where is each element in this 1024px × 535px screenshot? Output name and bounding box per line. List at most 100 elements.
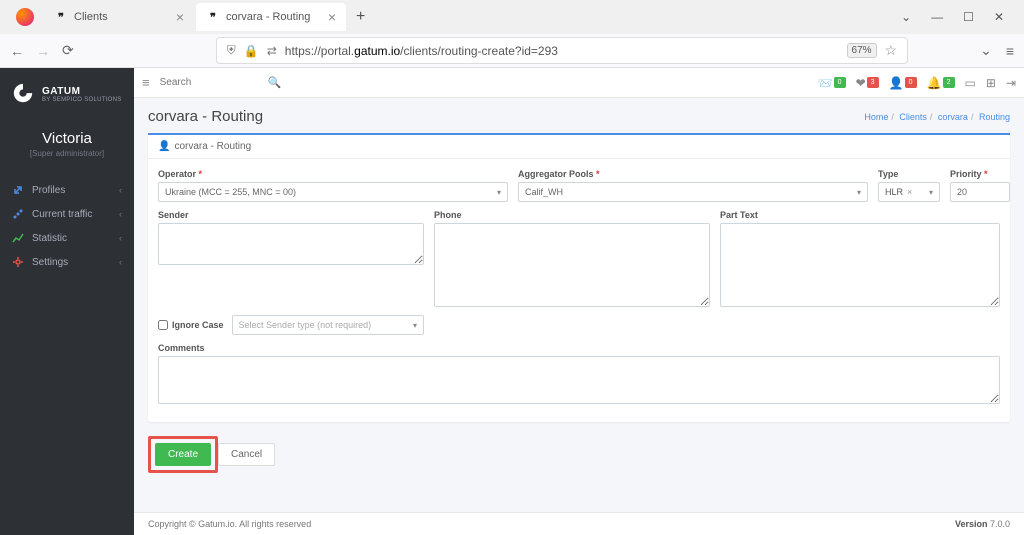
permissions-icon[interactable]: ⇄ <box>267 44 277 58</box>
browser-tab-clients[interactable]: ❞ Clients × <box>44 3 194 31</box>
bookmark-star-icon[interactable]: ☆ <box>885 42 898 59</box>
topbar: ≡ 🔍 📨0 ❤3 👤0 🔔2 ▭ ⊞ ⇥ <box>134 68 1024 98</box>
close-window-icon[interactable]: ✕ <box>994 10 1004 24</box>
ignore-case-input[interactable] <box>158 320 168 330</box>
menu-icon[interactable]: ≡ <box>1006 43 1014 59</box>
sidebar-item-label: Settings <box>32 257 68 268</box>
sidebar-item-label: Profiles <box>32 185 65 196</box>
phone-textarea[interactable] <box>434 223 710 307</box>
crumb-corvara[interactable]: corvara <box>938 112 968 122</box>
form-row-2: Sender Phone Part Text <box>158 210 1000 307</box>
pocket-icon[interactable]: ⌄ <box>980 42 992 59</box>
sidebar-item-traffic[interactable]: Current traffic ‹ <box>0 202 134 226</box>
tab-title: Clients <box>74 11 108 23</box>
sender-type-placeholder: Select Sender type (not required) <box>239 320 372 330</box>
comments-label: Comments <box>158 343 1000 353</box>
url-input[interactable]: ⛨ 🔒 ⇄ https://portal.gatum.io/clients/ro… <box>216 37 908 64</box>
lock-icon[interactable]: 🔒 <box>244 44 259 58</box>
chevron-left-icon: ‹ <box>119 233 122 243</box>
search-input[interactable] <box>158 73 278 92</box>
sidebar-item-label: Current traffic <box>32 209 92 220</box>
browser-tab-routing[interactable]: ❞ corvara - Routing × <box>196 3 346 31</box>
sender-textarea[interactable] <box>158 223 424 265</box>
search-box: 🔍 <box>158 73 278 92</box>
chevron-left-icon: ‹ <box>119 257 122 267</box>
link-icon <box>12 184 24 196</box>
card-header: 👤 corvara - Routing <box>148 135 1010 159</box>
crumb-home[interactable]: Home <box>864 112 888 122</box>
operator-select[interactable]: Ukraine (MCC = 255, MNC = 00) ▾ <box>158 182 508 202</box>
chevron-left-icon: ‹ <box>119 209 122 219</box>
brand: GATUM BY SEMPICO SOLUTIONS <box>0 78 134 118</box>
form-row-1: Operator * Ukraine (MCC = 255, MNC = 00)… <box>158 169 1000 202</box>
sidebar-item-statistic[interactable]: Statistic ‹ <box>0 226 134 250</box>
favicon-icon: ❞ <box>206 10 220 24</box>
sender-type-select[interactable]: Select Sender type (not required) ▾ <box>232 315 424 335</box>
comments-textarea[interactable] <box>158 356 1000 404</box>
sidebar-item-label: Statistic <box>32 233 67 244</box>
logout-icon[interactable]: ⇥ <box>1006 76 1016 90</box>
priority-value: 20 <box>957 187 967 197</box>
chevron-down-icon[interactable]: ⌄ <box>901 10 911 24</box>
grid-icon[interactable]: ⊞ <box>986 76 996 90</box>
page-title: corvara - Routing <box>148 108 263 125</box>
forward-button: → <box>36 43 50 59</box>
parttext-textarea[interactable] <box>720 223 1000 307</box>
card-title: corvara - Routing <box>174 141 251 152</box>
toolbar-right: ⌄ ≡ <box>980 42 1014 59</box>
sidebar-user-name: Victoria <box>0 130 134 147</box>
aggregator-select[interactable]: Calif_WH ▾ <box>518 182 868 202</box>
user-badge[interactable]: 👤0 <box>889 76 917 90</box>
shield-icon[interactable]: ⛨ <box>227 43 236 58</box>
caret-down-icon: ▾ <box>929 188 933 197</box>
crumb-routing[interactable]: Routing <box>979 112 1010 122</box>
sidebar-user: Victoria [Super administrator] <box>0 118 134 172</box>
close-icon[interactable]: × <box>176 9 184 25</box>
close-icon[interactable]: × <box>328 9 336 25</box>
create-button[interactable]: Create <box>155 443 211 466</box>
cancel-button[interactable]: Cancel <box>218 443 275 466</box>
heart-badge[interactable]: ❤3 <box>856 76 879 90</box>
app-root: GATUM BY SEMPICO SOLUTIONS Victoria [Sup… <box>0 68 1024 535</box>
sidebar: GATUM BY SEMPICO SOLUTIONS Victoria [Sup… <box>0 68 134 535</box>
inbox-badge[interactable]: 📨0 <box>818 76 846 90</box>
topbar-right: 📨0 ❤3 👤0 🔔2 ▭ ⊞ ⇥ <box>818 76 1016 90</box>
main-pane: ≡ 🔍 📨0 ❤3 👤0 🔔2 ▭ ⊞ ⇥ corvara - Routing … <box>134 68 1024 535</box>
form-card: 👤 corvara - Routing Operator * Ukraine (… <box>148 133 1010 422</box>
tab-strip: ❞ Clients × ❞ corvara - Routing × + ⌄ — … <box>0 0 1024 34</box>
priority-input[interactable]: 20 <box>950 182 1010 202</box>
clear-type-icon[interactable]: × <box>907 187 912 197</box>
brand-logo-icon <box>12 82 34 106</box>
operator-label: Operator * <box>158 169 508 179</box>
caret-down-icon: ▾ <box>857 188 861 197</box>
reload-button[interactable]: ⟳ <box>62 42 74 59</box>
flag-icon[interactable]: ▭ <box>965 76 976 90</box>
tab-title: corvara - Routing <box>226 11 310 23</box>
aggregator-label: Aggregator Pools * <box>518 169 868 179</box>
type-select[interactable]: HLR × ▾ <box>878 182 940 202</box>
form-actions: Create Cancel <box>148 436 1010 473</box>
type-label: Type <box>878 169 940 179</box>
brand-name: GATUM <box>42 86 122 97</box>
page-header: corvara - Routing Home/ Clients/ corvara… <box>134 98 1024 133</box>
maximize-icon[interactable]: ☐ <box>963 10 974 24</box>
sidebar-item-profiles[interactable]: Profiles ‹ <box>0 178 134 202</box>
card-body: Operator * Ukraine (MCC = 255, MNC = 00)… <box>148 159 1010 422</box>
back-button[interactable]: ← <box>10 43 24 59</box>
sidebar-item-settings[interactable]: Settings ‹ <box>0 250 134 274</box>
firefox-icon <box>16 8 34 26</box>
footer-version: Version 7.0.0 <box>955 519 1010 529</box>
ignore-case-checkbox[interactable]: Ignore Case <box>158 320 224 330</box>
new-tab-button[interactable]: + <box>348 4 373 30</box>
zoom-badge[interactable]: 67% <box>847 43 877 58</box>
url-text: https://portal.gatum.io/clients/routing-… <box>285 44 839 58</box>
caret-down-icon: ▾ <box>497 188 501 197</box>
priority-label: Priority * <box>950 169 1010 179</box>
hamburger-icon[interactable]: ≡ <box>142 75 150 90</box>
crumb-clients[interactable]: Clients <box>899 112 927 122</box>
bell-badge[interactable]: 🔔2 <box>927 76 955 90</box>
chart-icon <box>12 232 24 244</box>
search-icon[interactable]: 🔍 <box>268 76 282 89</box>
caret-down-icon: ▾ <box>413 321 417 330</box>
minimize-icon[interactable]: — <box>931 10 943 24</box>
